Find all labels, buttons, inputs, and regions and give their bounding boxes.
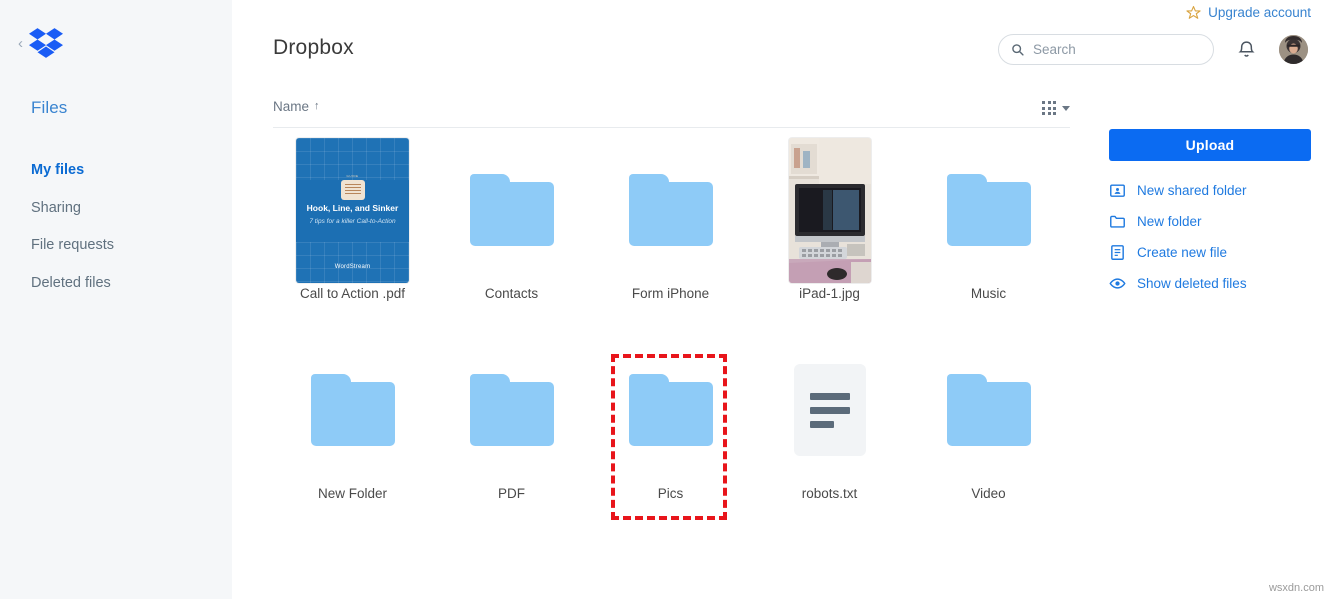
thumbnail-wrap (432, 336, 591, 484)
grid-view-icon (1042, 101, 1056, 115)
file-label: PDF (498, 486, 525, 501)
upload-button[interactable]: Upload (1109, 129, 1311, 161)
file-item-ipad-1-jpg[interactable]: iPad-1.jpg (750, 136, 909, 336)
sidebar-files-heading[interactable]: Files (31, 98, 67, 118)
folder-icon (946, 374, 1031, 446)
shared-folder-icon (1110, 184, 1125, 197)
folder-icon (469, 374, 554, 446)
column-header-name-label: Name (273, 99, 310, 114)
sidebar-item-file-requests[interactable]: File requests (31, 233, 211, 258)
file-label: Video (971, 486, 1006, 501)
action-label: Show deleted files (1137, 276, 1247, 291)
create-new-file-action[interactable]: Create new file (1109, 237, 1311, 268)
notifications-button[interactable] (1236, 39, 1257, 61)
sidebar-nav: My files Sharing File requests Deleted f… (31, 158, 211, 308)
file-label: iPad-1.jpg (799, 286, 860, 301)
thumbnail-wrap (909, 136, 1068, 284)
pdf-cover-subtitle: 7 tips for a killer Call-to-Action (309, 217, 396, 225)
column-header-name[interactable]: Name ↑ (273, 99, 320, 114)
page-title: Dropbox (273, 36, 354, 59)
file-label: New Folder (317, 486, 388, 501)
action-label: New folder (1137, 214, 1202, 229)
pdf-cover-brand: WordStream (334, 263, 371, 270)
eye-icon (1109, 278, 1126, 289)
file-label: Pics (657, 486, 684, 501)
action-list: New shared folder New folder Create new … (1109, 175, 1311, 299)
folder-icon (310, 374, 395, 446)
file-item-video[interactable]: Video (909, 336, 1068, 536)
left-sidebar: ‹ Files My files Sharing File requests D… (0, 0, 232, 599)
file-item-new-folder[interactable]: New Folder (273, 336, 432, 536)
file-label: Contacts (484, 286, 539, 301)
file-item-call-to-action-pdf[interactable]: GUIDE Hook, Line, and Sinker 7 tips for … (273, 136, 432, 336)
new-shared-folder-action[interactable]: New shared folder (1109, 175, 1311, 206)
star-icon (1186, 6, 1201, 19)
thumbnail-wrap (750, 336, 909, 484)
content-header: Name ↑ (273, 99, 1070, 128)
document-icon (1111, 245, 1124, 260)
sort-ascending-icon: ↑ (314, 100, 320, 112)
upgrade-account-link[interactable]: Upgrade account (1186, 5, 1311, 20)
file-item-music[interactable]: Music (909, 136, 1068, 336)
file-grid-row: GUIDE Hook, Line, and Sinker 7 tips for … (273, 136, 1070, 336)
show-deleted-files-action[interactable]: Show deleted files (1109, 268, 1311, 299)
thumbnail-wrap (909, 336, 1068, 484)
thumbnail-wrap (750, 136, 909, 284)
folder-icon (628, 174, 713, 246)
file-item-pics[interactable]: Pics (591, 336, 750, 536)
bell-icon (1238, 41, 1255, 57)
folder-icon (469, 174, 554, 246)
right-action-panel: Upload New shared folder New folder Crea… (1109, 129, 1311, 299)
text-file-icon (793, 364, 866, 456)
pdf-cover-title: Hook, Line, and Sinker (306, 202, 399, 213)
thumbnail-wrap: GUIDE Hook, Line, and Sinker 7 tips for … (273, 136, 432, 284)
file-grid-row: New Folder PDF Pics robots.txt Video (273, 336, 1070, 536)
thumbnail-wrap (273, 336, 432, 484)
view-toggle[interactable] (1042, 101, 1070, 115)
pdf-guide-label: GUIDE (346, 173, 359, 178)
dropbox-logo[interactable] (29, 28, 63, 58)
file-label: Music (970, 286, 1007, 301)
pdf-thumbnail: GUIDE Hook, Line, and Sinker 7 tips for … (296, 137, 409, 283)
file-grid: GUIDE Hook, Line, and Sinker 7 tips for … (273, 136, 1070, 536)
dropbox-app-window: ‹ Files My files Sharing File requests D… (0, 0, 1333, 599)
thumbnail-wrap (591, 336, 750, 484)
file-item-form-iphone[interactable]: Form iPhone (591, 136, 750, 336)
file-item-robots-txt[interactable]: robots.txt (750, 336, 909, 536)
search-box[interactable] (998, 34, 1214, 65)
logo-row: ‹ (18, 28, 63, 58)
folder-icon (1110, 215, 1125, 228)
file-label: Form iPhone (631, 286, 710, 301)
folder-icon (628, 374, 713, 446)
chevron-left-icon[interactable]: ‹ (18, 36, 23, 51)
action-label: New shared folder (1137, 183, 1247, 198)
new-folder-action[interactable]: New folder (1109, 206, 1311, 237)
sidebar-item-sharing[interactable]: Sharing (31, 196, 211, 221)
search-input[interactable] (1033, 42, 1201, 57)
folder-icon (946, 174, 1031, 246)
file-label: robots.txt (801, 486, 858, 501)
file-item-pdf[interactable]: PDF (432, 336, 591, 536)
sidebar-item-my-files[interactable]: My files (31, 158, 211, 183)
photo-thumbnail (788, 137, 871, 283)
search-icon (1012, 44, 1024, 56)
file-label: Call to Action .pdf (299, 286, 406, 301)
sidebar-item-deleted-files[interactable]: Deleted files (31, 271, 211, 296)
thumbnail-wrap (591, 136, 750, 284)
watermark: wsxdn.com (1268, 582, 1324, 594)
thumbnail-wrap (432, 136, 591, 284)
upgrade-account-label: Upgrade account (1208, 5, 1311, 20)
file-item-contacts[interactable]: Contacts (432, 136, 591, 336)
action-label: Create new file (1137, 245, 1228, 260)
chevron-down-icon (1062, 105, 1070, 111)
avatar[interactable] (1279, 35, 1308, 64)
